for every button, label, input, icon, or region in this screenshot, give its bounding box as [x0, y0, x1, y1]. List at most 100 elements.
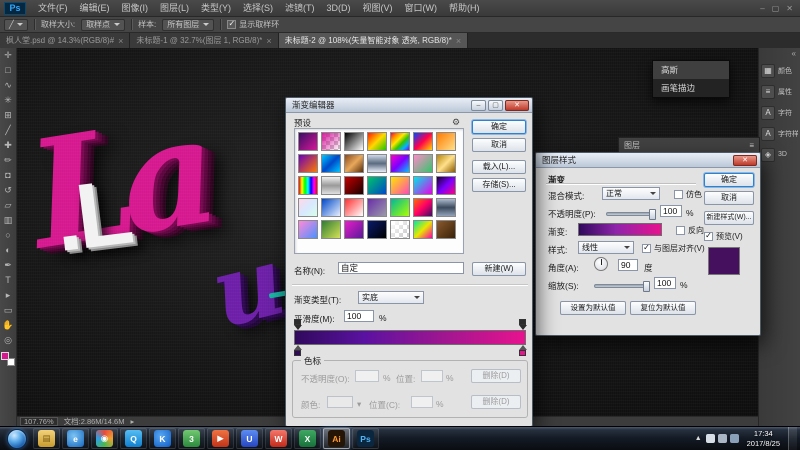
taskbar-wps[interactable]: W: [265, 428, 292, 449]
angle-dial[interactable]: [594, 257, 608, 271]
load-button[interactable]: 载入(L)...: [472, 160, 526, 174]
gradient-tool[interactable]: ▥: [0, 213, 17, 228]
type-tool[interactable]: T: [0, 273, 17, 288]
crop-tool[interactable]: ⊞: [0, 108, 17, 123]
taskbar-media-player[interactable]: ◉: [91, 428, 118, 449]
gradient-preset[interactable]: [390, 154, 410, 173]
scale-slider[interactable]: [594, 281, 650, 292]
gradient-preset[interactable]: [344, 176, 364, 195]
panel-character-panel[interactable]: A 字符: [759, 102, 800, 123]
taskbar-photoshop[interactable]: Ps: [352, 428, 379, 449]
gradient-preset[interactable]: [367, 198, 387, 217]
gradient-preset[interactable]: [321, 154, 341, 173]
tab-close-icon[interactable]: ×: [266, 36, 271, 46]
network-icon[interactable]: [729, 434, 739, 443]
slider-thumb[interactable]: [649, 209, 656, 220]
option-dropdown[interactable]: 取样点: [81, 18, 126, 31]
gradient-preset[interactable]: [413, 154, 433, 173]
taskbar-360-browser[interactable]: 3: [178, 428, 205, 449]
tab-close-icon[interactable]: ×: [118, 36, 123, 46]
ok-button[interactable]: 确定: [704, 173, 754, 187]
menu-item[interactable]: 选择(S): [237, 0, 279, 17]
taskbar-file-explorer[interactable]: ▤: [33, 428, 60, 449]
gradient-style-select[interactable]: 线性: [578, 241, 634, 254]
tab-close-icon[interactable]: ×: [456, 36, 461, 46]
hand-tool[interactable]: ✋: [0, 318, 17, 333]
menu-item[interactable]: 帮助(H): [443, 0, 486, 17]
set-default-button[interactable]: 设置为默认值: [560, 301, 626, 315]
taskbar-clock[interactable]: 17:34 2017/8/25: [743, 429, 784, 448]
zoom-level-field[interactable]: 107.76%: [20, 417, 58, 426]
gradient-preset[interactable]: [298, 220, 318, 239]
gradient-preset[interactable]: [344, 154, 364, 173]
reverse-checkbox[interactable]: 反向: [676, 225, 704, 236]
gradient-preset[interactable]: [367, 176, 387, 195]
gradient-preset[interactable]: [390, 176, 410, 195]
menu-item[interactable]: 窗口(W): [399, 0, 444, 17]
maximize-icon[interactable]: ▢: [488, 100, 503, 111]
menu-item[interactable]: 3D(D): [321, 0, 357, 17]
save-button[interactable]: 存储(S)...: [472, 178, 526, 192]
panel-character-styles-panel[interactable]: A字符样式: [759, 123, 800, 144]
gradient-preset[interactable]: [436, 176, 456, 195]
collapse-panels-icon[interactable]: «: [759, 48, 800, 60]
history-item[interactable]: 画笔描边: [653, 79, 729, 97]
gradient-preset[interactable]: [390, 220, 410, 239]
gradient-preset[interactable]: [321, 132, 341, 151]
gradient-editor-titlebar[interactable]: 渐变编辑器 – ▢ ✕: [286, 98, 532, 113]
menu-item[interactable]: 图像(I): [116, 0, 155, 17]
opacity-input[interactable]: [660, 205, 682, 217]
volume-icon[interactable]: [717, 434, 727, 443]
gradient-preset[interactable]: [367, 220, 387, 239]
taskbar-kugou-music[interactable]: K: [149, 428, 176, 449]
gradient-preset[interactable]: [298, 132, 318, 151]
ime-icon[interactable]: [705, 434, 715, 443]
menu-item[interactable]: 编辑(E): [74, 0, 116, 17]
menu-item[interactable]: 视图(V): [357, 0, 399, 17]
presets-menu-gear-icon[interactable]: ⚙: [452, 117, 460, 128]
eyedropper-tool[interactable]: ╱: [0, 123, 17, 138]
reset-default-button[interactable]: 复位为默认值: [630, 301, 696, 315]
color-chips[interactable]: [1, 352, 15, 366]
gradient-preset[interactable]: [321, 176, 341, 195]
gradient-preset[interactable]: [413, 132, 433, 151]
gradient-preset[interactable]: [367, 154, 387, 173]
marquee-tool[interactable]: □: [0, 63, 17, 78]
gradient-preset[interactable]: [413, 198, 433, 217]
gradient-preset[interactable]: [390, 198, 410, 217]
gradient-preset[interactable]: [436, 154, 456, 173]
eraser-tool[interactable]: ▱: [0, 198, 17, 213]
clone-stamp-tool[interactable]: ◘: [0, 168, 17, 183]
opacity-slider[interactable]: [606, 209, 656, 220]
taskbar-internet-explorer[interactable]: e: [62, 428, 89, 449]
option-dropdown[interactable]: 所有图层: [162, 18, 215, 31]
gradient-preset[interactable]: [390, 132, 410, 151]
gradient-preset[interactable]: [344, 220, 364, 239]
scale-input[interactable]: [654, 277, 676, 289]
lasso-tool[interactable]: ∿: [0, 78, 17, 93]
gradient-preset[interactable]: [298, 176, 318, 195]
panel-3d-panel[interactable]: ◈ 3D: [759, 144, 800, 165]
panel-menu-icon[interactable]: ≡: [749, 141, 754, 150]
gradient-preset[interactable]: [367, 132, 387, 151]
show-desktop-button[interactable]: [788, 426, 797, 450]
move-tool[interactable]: ✛: [0, 48, 17, 63]
blend-mode-select[interactable]: 正常: [602, 187, 660, 200]
menu-item[interactable]: 类型(Y): [195, 0, 237, 17]
taskbar-illustrator[interactable]: Ai: [323, 428, 350, 449]
smoothness-input[interactable]: [344, 310, 374, 322]
status-arrow-icon[interactable]: ▸: [130, 417, 134, 426]
pen-tool[interactable]: ✒: [0, 258, 17, 273]
gradient-preset[interactable]: [298, 198, 318, 217]
brush-tool[interactable]: ✏: [0, 153, 17, 168]
gradient-name-input[interactable]: [338, 262, 464, 274]
close-icon[interactable]: ✕: [505, 100, 529, 111]
path-select-tool[interactable]: ▸: [0, 288, 17, 303]
minimize-icon[interactable]: –: [471, 100, 486, 111]
document-tab[interactable]: 未标题-1 @ 32.7%(图层 1, RGB/8)* ×: [130, 33, 279, 48]
close-icon[interactable]: ✕: [733, 155, 757, 166]
show-sampling-ring-checkbox[interactable]: 显示取样环: [227, 19, 279, 30]
document-tab[interactable]: 未标题-2 @ 108%(矢量智能对象 透亮, RGB/8)* ×: [278, 33, 469, 48]
menu-item[interactable]: 图层(L): [154, 0, 195, 17]
taskbar-qq[interactable]: Q: [120, 428, 147, 449]
